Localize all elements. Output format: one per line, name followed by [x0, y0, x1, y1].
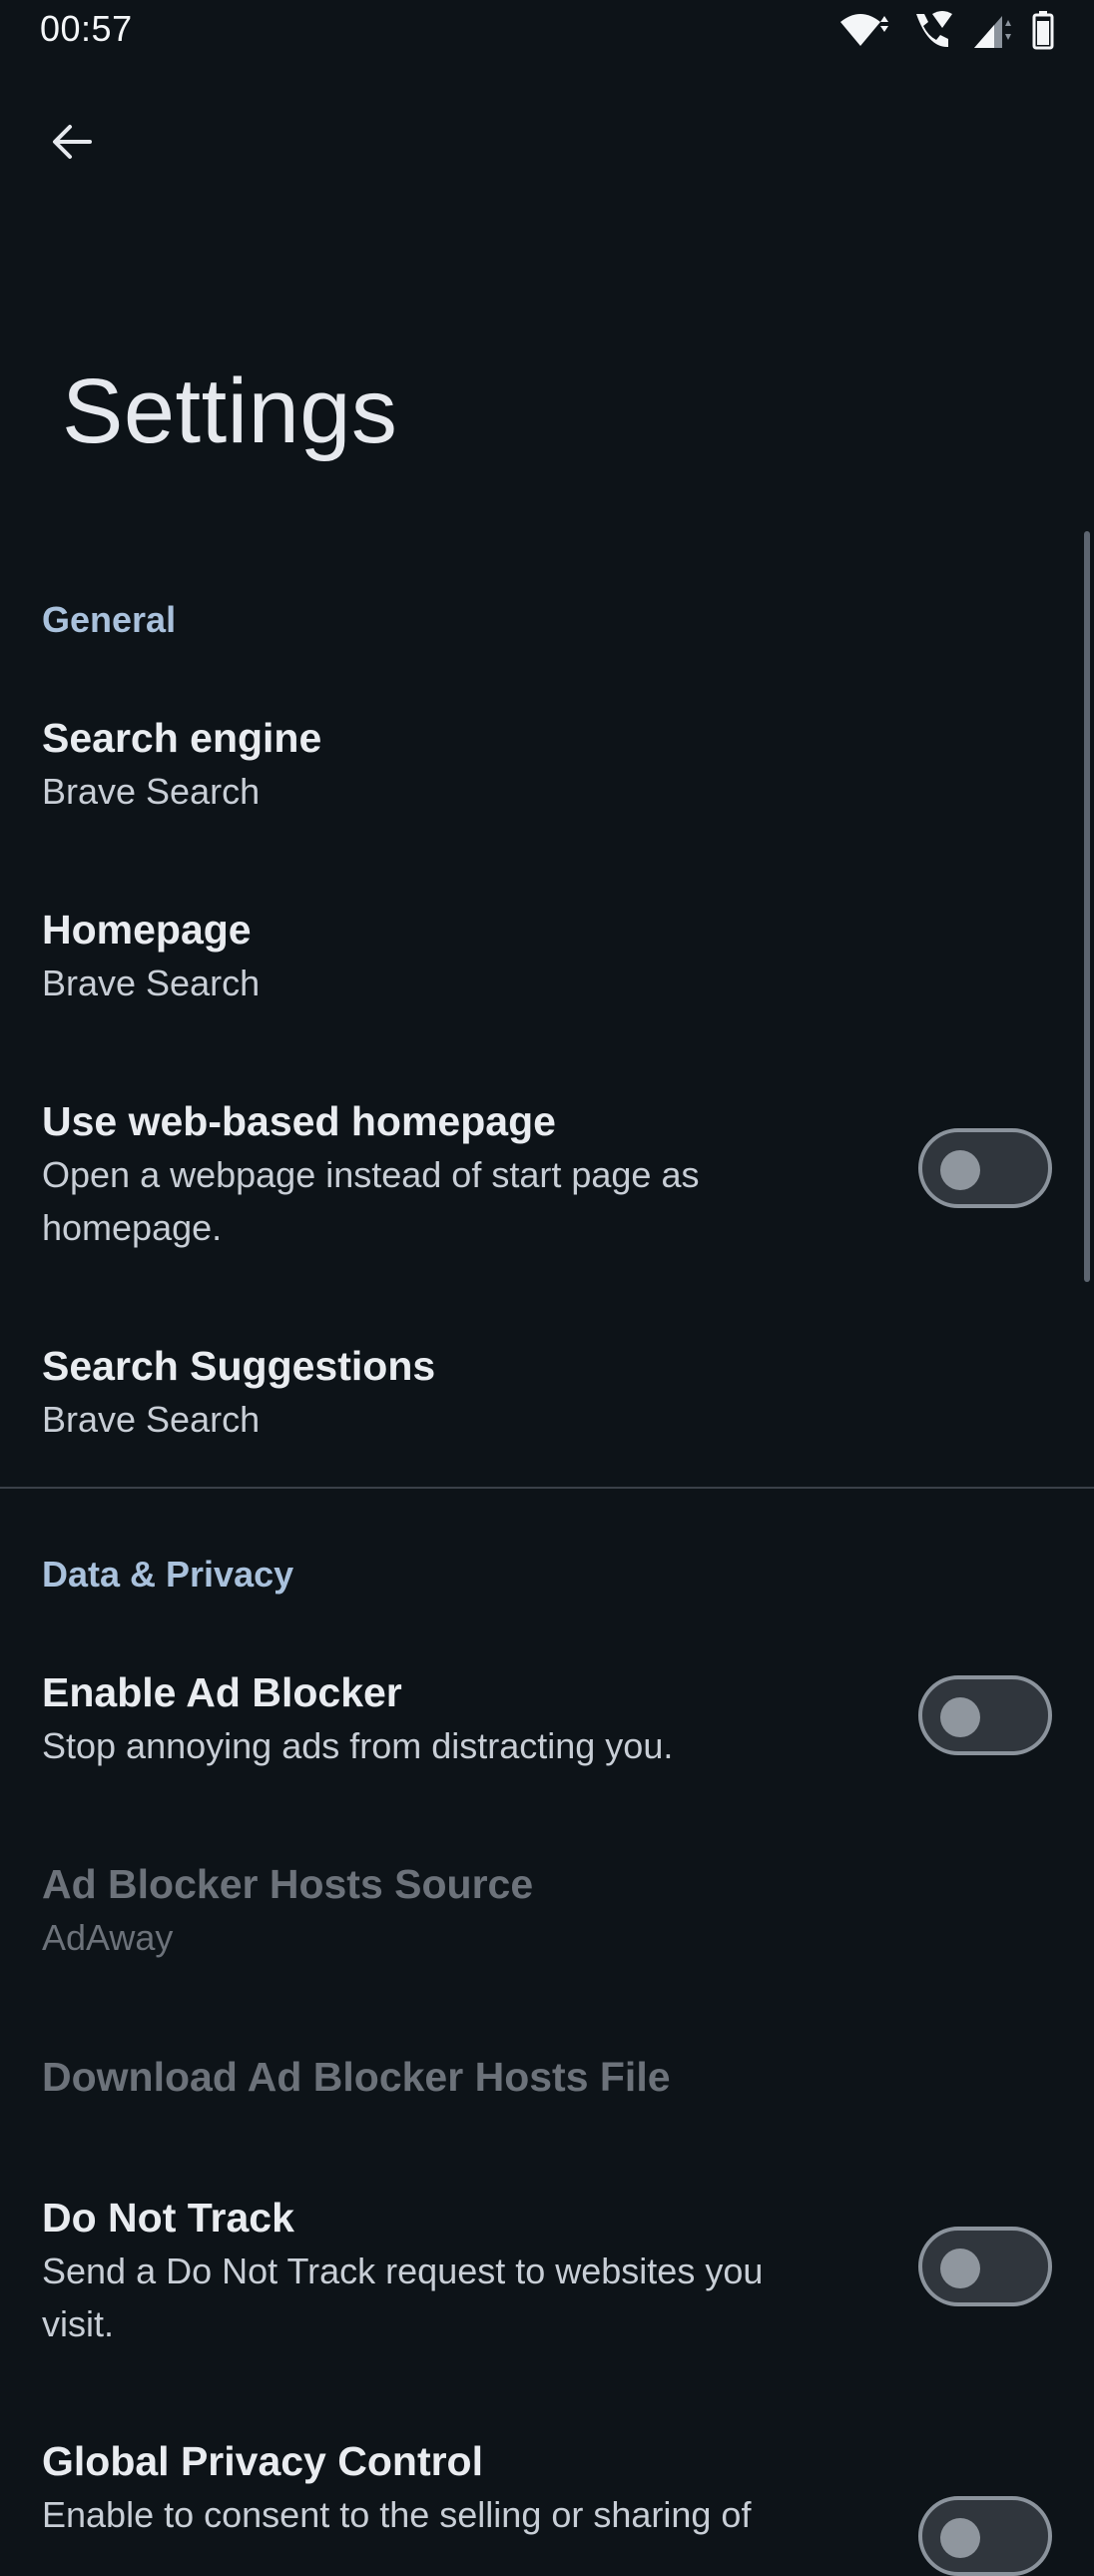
pref-title: Search Suggestions: [42, 1343, 436, 1389]
pref-summary: Brave Search: [42, 963, 261, 1003]
pref-search-engine[interactable]: Search engine Brave Search: [42, 711, 1052, 818]
toggle-knob: [940, 1697, 980, 1737]
arrow-left-icon: [48, 118, 96, 171]
toggle-knob: [940, 2249, 980, 2288]
gpc-toggle[interactable]: [918, 2496, 1052, 2576]
back-button[interactable]: [36, 108, 108, 180]
pref-title: Use web-based homepage: [42, 1098, 556, 1144]
wifi-calling-icon: [910, 10, 954, 50]
pref-title: Ad Blocker Hosts Source: [42, 1861, 534, 1907]
battery-icon: [1032, 10, 1054, 50]
pref-global-privacy-control[interactable]: Global Privacy Control Enable to consent…: [42, 2434, 1052, 2576]
section-divider: [0, 1487, 1094, 1489]
pref-title: Enable Ad Blocker: [42, 1669, 402, 1715]
page-title: Settings: [62, 360, 398, 462]
pref-do-not-track[interactable]: Do Not Track Send a Do Not Track request…: [42, 2191, 1052, 2350]
web-homepage-toggle[interactable]: [918, 1128, 1052, 1208]
pref-summary: Stop annoying ads from distracting you.: [42, 1725, 674, 1766]
pref-summary: Brave Search: [42, 771, 261, 812]
pref-download-hosts-file: Download Ad Blocker Hosts File: [42, 2050, 1052, 2104]
pref-title: Homepage: [42, 907, 252, 953]
pref-enable-ad-blocker[interactable]: Enable Ad Blocker Stop annoying ads from…: [42, 1665, 1052, 1772]
scrollbar[interactable]: [1084, 531, 1090, 1282]
status-time: 00:57: [40, 8, 133, 49]
pref-summary: Open a webpage instead of start page as …: [42, 1154, 700, 1248]
pref-summary: Send a Do Not Track request to websites …: [42, 2251, 764, 2344]
pref-summary: AdAway: [42, 1917, 174, 1958]
pref-web-based-homepage[interactable]: Use web-based homepage Open a webpage in…: [42, 1094, 1052, 1254]
pref-homepage[interactable]: Homepage Brave Search: [42, 903, 1052, 1009]
ad-blocker-toggle[interactable]: [918, 1675, 1052, 1755]
section-header-general: General: [42, 599, 177, 640]
pref-summary: Brave Search: [42, 1399, 261, 1440]
pref-title: Download Ad Blocker Hosts File: [42, 2054, 671, 2100]
toggle-knob: [940, 2518, 980, 2558]
status-icons: [838, 10, 1054, 50]
wifi-icon: [838, 10, 892, 50]
pref-title: Search engine: [42, 715, 322, 761]
do-not-track-toggle[interactable]: [918, 2227, 1052, 2306]
cell-signal-icon: [972, 10, 1014, 50]
pref-title: Global Privacy Control: [42, 2438, 483, 2484]
toggle-knob: [940, 1150, 980, 1190]
status-bar: 00:57: [0, 0, 1094, 64]
section-header-data-privacy: Data & Privacy: [42, 1554, 294, 1595]
pref-summary: Enable to consent to the selling or shar…: [42, 2494, 752, 2535]
pref-search-suggestions[interactable]: Search Suggestions Brave Search: [42, 1339, 1052, 1446]
pref-title: Do Not Track: [42, 2195, 294, 2241]
pref-ad-blocker-hosts-source: Ad Blocker Hosts Source AdAway: [42, 1857, 1052, 1964]
